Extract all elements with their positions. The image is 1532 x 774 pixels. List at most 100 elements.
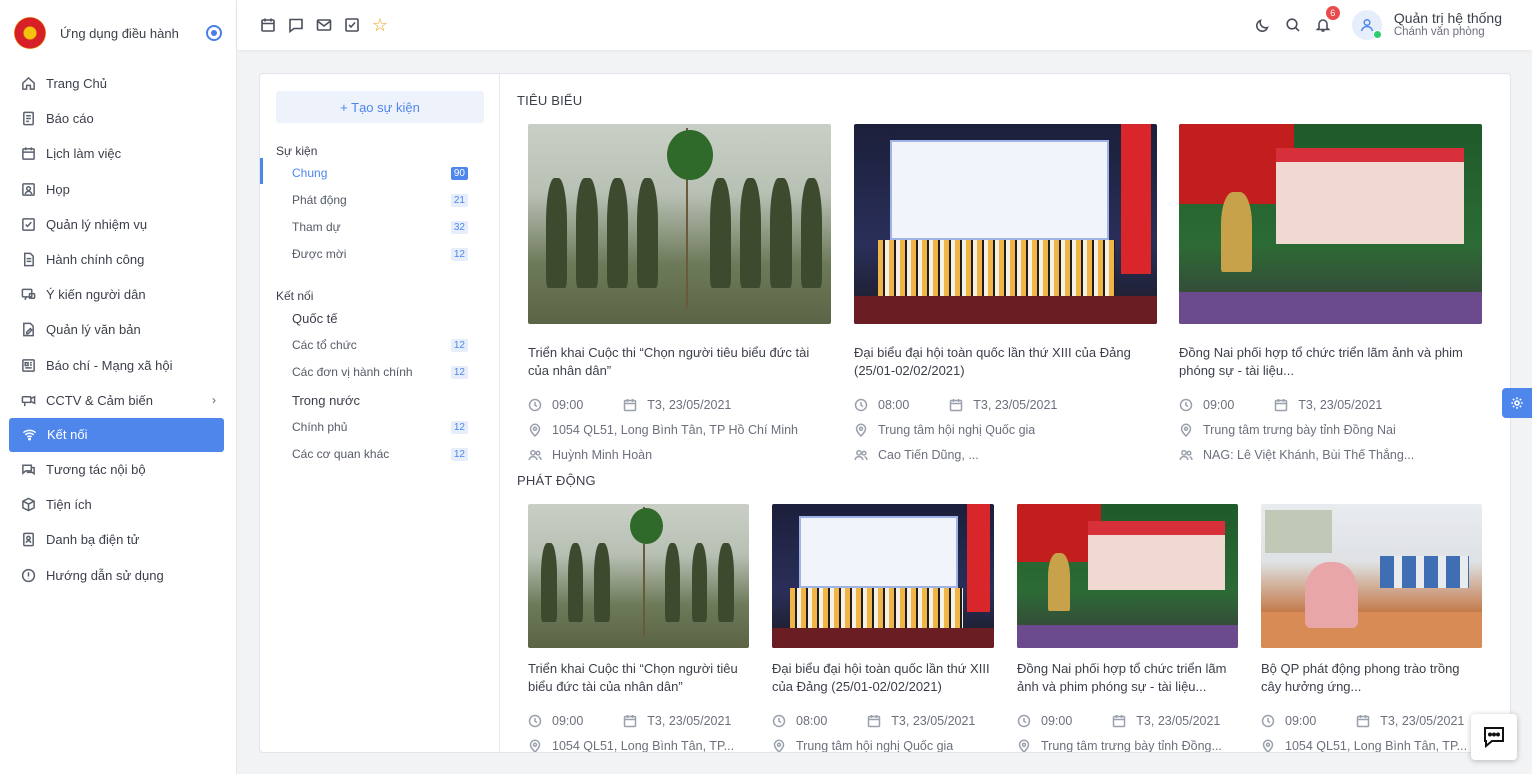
- sidebar-item-utilities[interactable]: Tiện ích: [0, 487, 236, 522]
- event-title[interactable]: Triển khai Cuộc thi “Chọn người tiêu biể…: [528, 660, 749, 696]
- clock-icon: [1179, 398, 1193, 412]
- launch-event-card[interactable]: Bộ QP phát động phong trào trồng cây hưở…: [1261, 504, 1482, 753]
- subnav-item-label: Chung: [292, 166, 328, 180]
- sidebar-item-tasks[interactable]: Quản lý nhiệm vụ: [0, 207, 236, 242]
- sidebar-item-user-guide[interactable]: Hướng dẫn sử dụng: [0, 557, 236, 592]
- calendar-icon: [623, 714, 637, 728]
- subnav-item-label: Được mời: [292, 247, 347, 261]
- sidebar-item-home[interactable]: Trang Chủ: [0, 66, 236, 101]
- launch-event-card[interactable]: Đồng Nai phối hợp tổ chức triển lãm ảnh …: [1017, 504, 1238, 752]
- event-title[interactable]: Triển khai Cuộc thi “Chọn người tiêu biể…: [528, 344, 831, 380]
- sidebar-item-cctv-sensors[interactable]: CCTV & Cảm biến ›: [0, 383, 236, 418]
- count-badge: 21: [450, 193, 468, 207]
- event-title[interactable]: Đại biểu đại hội toàn quốc lần thứ XIII …: [772, 660, 994, 696]
- subnav-item-government[interactable]: Chính phủ 12: [292, 420, 468, 434]
- event-image[interactable]: [1017, 504, 1238, 648]
- sidebar-item-meeting[interactable]: Họp: [0, 172, 236, 207]
- event-title[interactable]: Đồng Nai phối hợp tổ chức triển lãm ảnh …: [1179, 344, 1482, 380]
- event-date: T3, 23/05/2021: [647, 397, 732, 412]
- event-date: T3, 23/05/2021: [1298, 397, 1383, 412]
- event-image[interactable]: [528, 504, 749, 648]
- event-image[interactable]: [1179, 124, 1482, 324]
- event-image[interactable]: [1261, 504, 1482, 648]
- event-image[interactable]: [528, 124, 831, 324]
- event-location: 1054 QL51, Long Bình Tân, TP Hồ Chí Minh: [552, 422, 798, 437]
- chat-support-button[interactable]: [1471, 714, 1517, 760]
- subnav-item-invited[interactable]: Được mời 12: [292, 247, 468, 261]
- subnav-item-organizations[interactable]: Các tổ chức 12: [292, 338, 468, 352]
- featured-event-card[interactable]: Đồng Nai phối hợp tổ chức triển lãm ảnh …: [1179, 124, 1482, 467]
- event-image[interactable]: [772, 504, 994, 648]
- sidebar-item-documents[interactable]: Quản lý văn bản: [0, 312, 236, 347]
- event-title[interactable]: Đồng Nai phối hợp tổ chức triển lãm ảnh …: [1017, 660, 1238, 696]
- subnav-item-launch[interactable]: Phát động 21: [292, 193, 468, 207]
- sidebar-item-directory[interactable]: Danh bạ điện tử: [0, 522, 236, 557]
- event-location-row: 1054 QL51, Long Bình Tân, TP...: [528, 733, 749, 752]
- box-icon: [20, 497, 36, 513]
- mail-icon[interactable]: [315, 16, 333, 34]
- subnav-item-attend[interactable]: Tham dự 32: [292, 220, 468, 234]
- chevron-right-icon: ›: [212, 393, 216, 408]
- notification-bell-icon[interactable]: 6: [1314, 6, 1340, 34]
- location-pin-icon: [1017, 739, 1031, 752]
- event-image[interactable]: [854, 124, 1157, 324]
- calendar-icon: [20, 146, 36, 162]
- chat-icon: [20, 461, 36, 477]
- checkbox-icon[interactable]: [343, 16, 361, 34]
- sidebar-item-public-admin[interactable]: Hành chính công: [0, 242, 236, 277]
- event-people-row: Cao Tiến Dũng, ...: [854, 442, 1157, 467]
- search-icon[interactable]: [1284, 16, 1302, 34]
- sidebar-item-press-social[interactable]: Báo chí - Mạng xã hội: [0, 348, 236, 383]
- featured-event-card[interactable]: Triển khai Cuộc thi “Chọn người tiêu biể…: [528, 124, 831, 467]
- event-location-row: Trung tâm trưng bày tỉnh Đồng...: [1017, 733, 1238, 752]
- event-people-row: Huỳnh Minh Hoàn: [528, 442, 831, 467]
- event-time: 09:00: [1285, 713, 1317, 728]
- launch-event-card[interactable]: Đại biểu đại hội toàn quốc lần thứ XIII …: [772, 504, 994, 753]
- international-group-label: Quốc tế: [292, 311, 338, 326]
- topbar-right: 6 Quản trị hệ thống Chánh văn phòng: [1254, 6, 1532, 40]
- settings-gear-icon[interactable]: [1502, 388, 1532, 418]
- sidebar-toggle-icon[interactable]: [206, 25, 222, 41]
- event-location-row: Trung tâm hội nghị Quốc gia: [854, 417, 1157, 442]
- count-badge: 12: [450, 365, 468, 379]
- launch-event-card[interactable]: Triển khai Cuộc thi “Chọn người tiêu biể…: [528, 504, 749, 752]
- event-people: Huỳnh Minh Hoàn: [552, 447, 653, 462]
- feedback-icon: [20, 287, 36, 303]
- avatar[interactable]: [1351, 10, 1382, 40]
- event-location: 1054 QL51, Long Bình Tân, TP...: [1285, 738, 1468, 753]
- event-time: 09:00: [552, 397, 584, 412]
- sidebar-item-internal-chat[interactable]: Tương tác nội bộ: [0, 452, 236, 487]
- event-datetime: 08:00 T3, 23/05/2021: [854, 392, 1157, 417]
- sidebar-item-schedule[interactable]: Lịch làm việc: [0, 136, 236, 171]
- sidebar-item-citizen-feedback[interactable]: Ý kiến người dân: [0, 277, 236, 312]
- national-emblem-logo: ★: [14, 17, 46, 49]
- clock-icon: [772, 714, 786, 728]
- event-date: T3, 23/05/2021: [647, 713, 732, 728]
- event-people-row: NAG: Lê Việt Khánh, Bùi Thế Thắng...: [1179, 442, 1482, 467]
- moon-icon[interactable]: [1254, 16, 1272, 34]
- sidebar-item-report[interactable]: Báo cáo: [0, 101, 236, 136]
- subnav-item-general[interactable]: Chung 90: [292, 166, 468, 180]
- count-badge: 32: [450, 220, 468, 234]
- subnav-item-other-agencies[interactable]: Các cơ quan khác 12: [292, 447, 468, 461]
- event-location: Trung tâm hội nghị Quốc gia: [796, 738, 954, 753]
- featured-event-card[interactable]: Đại biểu đại hội toàn quốc lần thứ XIII …: [854, 124, 1157, 467]
- count-badge: 12: [450, 338, 468, 352]
- sidebar-item-label: Tương tác nội bộ: [46, 461, 146, 477]
- subnav-item-admin-units[interactable]: Các đơn vị hành chính 12: [292, 365, 468, 379]
- event-title[interactable]: Bộ QP phát động phong trào trồng cây hưở…: [1261, 660, 1482, 696]
- event-title[interactable]: Đại biểu đại hội toàn quốc lần thứ XIII …: [854, 344, 1157, 380]
- sidebar-item-connect[interactable]: Kết nối: [9, 417, 224, 452]
- report-icon: [20, 111, 36, 127]
- notification-count-badge: 6: [1325, 6, 1340, 20]
- users-icon: [854, 448, 868, 462]
- location-pin-icon: [772, 739, 786, 752]
- user-info[interactable]: Quản trị hệ thống Chánh văn phòng: [1394, 10, 1502, 39]
- sidebar-item-label: Danh bạ điện tử: [46, 532, 140, 548]
- event-location: Trung tâm trưng bày tỉnh Đồng Nai: [1203, 422, 1396, 437]
- clock-icon: [1017, 714, 1031, 728]
- star-icon[interactable]: ☆: [371, 16, 389, 34]
- calendar-icon[interactable]: [259, 16, 277, 34]
- create-event-button[interactable]: + Tạo sự kiện: [276, 91, 484, 123]
- message-icon[interactable]: [287, 16, 305, 34]
